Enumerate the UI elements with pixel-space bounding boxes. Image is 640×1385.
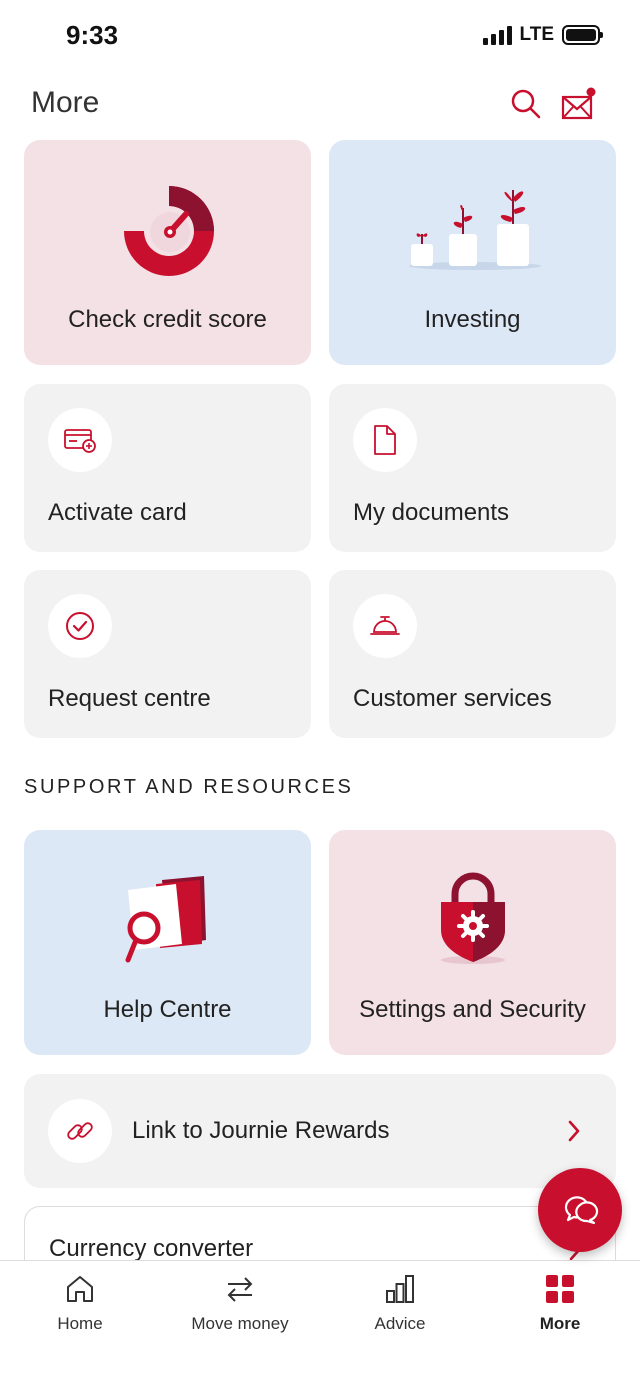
currency-converter-label: Currency converter: [49, 1235, 254, 1262]
credit-score-tile[interactable]: Check credit score: [24, 140, 311, 365]
customer-services-tile[interactable]: Customer services: [329, 570, 616, 738]
mail-button[interactable]: [560, 86, 596, 122]
search-button[interactable]: [508, 86, 544, 122]
nav-advice[interactable]: Advice: [320, 1261, 480, 1361]
plants-icon: [409, 190, 541, 270]
transfer-icon: [227, 1277, 253, 1302]
search-icon: [511, 89, 541, 119]
header: More: [0, 80, 640, 130]
signal-icon: [482, 25, 512, 45]
service-bell-icon: [370, 616, 400, 635]
nav-more-label: More: [539, 1314, 581, 1333]
settings-security-label: Settings and Security: [359, 996, 586, 1023]
help-centre-label: Help Centre: [103, 996, 232, 1023]
my-documents-tile[interactable]: My documents: [329, 384, 616, 552]
journie-rewards-label: Link to Journie Rewards: [132, 1117, 390, 1144]
network-type: LTE: [519, 24, 554, 45]
nav-advice-label: Advice: [374, 1314, 426, 1333]
status-time: 9:33: [66, 20, 119, 50]
my-documents-label: My documents: [353, 499, 510, 526]
credit-card-add-icon: [64, 429, 96, 453]
activate-card-label: Activate card: [48, 499, 187, 526]
chevron-right-icon: [568, 1120, 580, 1142]
credit-score-label: Check credit score: [68, 306, 267, 333]
journie-rewards-row[interactable]: Link to Journie Rewards: [24, 1074, 616, 1188]
status-bar: 9:33 LTE: [0, 0, 640, 72]
credit-gauge-icon: [124, 186, 214, 276]
nav-move-money[interactable]: Move money: [160, 1261, 320, 1361]
check-circle-icon: [66, 612, 94, 640]
investing-tile[interactable]: Investing: [329, 140, 616, 365]
help-centre-tile[interactable]: Help Centre: [24, 830, 311, 1055]
request-centre-label: Request centre: [48, 685, 211, 712]
page-title: More: [31, 86, 100, 119]
nav-home[interactable]: Home: [0, 1261, 160, 1361]
document-icon: [374, 425, 396, 455]
section-heading: SUPPORT AND RESOURCES: [24, 776, 354, 798]
activate-card-tile[interactable]: Activate card: [24, 384, 311, 552]
customer-services-label: Customer services: [353, 685, 552, 712]
battery-icon: [562, 25, 603, 45]
mail-icon: [561, 87, 596, 120]
help-documents-icon: [125, 876, 206, 963]
home-icon: [67, 1276, 93, 1302]
chat-bubbles-icon: [564, 1196, 599, 1225]
status-indicators: LTE: [482, 24, 603, 46]
settings-security-tile[interactable]: Settings and Security: [329, 830, 616, 1055]
request-centre-tile[interactable]: Request centre: [24, 570, 311, 738]
chat-button[interactable]: [538, 1168, 622, 1252]
link-icon: [67, 1122, 93, 1140]
bar-chart-icon: [386, 1275, 414, 1303]
security-lock-icon: [441, 872, 505, 964]
bottom-nav: Home Move money Advice More: [0, 1260, 640, 1385]
nav-home-label: Home: [57, 1314, 103, 1333]
nav-more[interactable]: More: [480, 1261, 640, 1361]
investing-label: Investing: [424, 306, 521, 333]
nav-move-money-label: Move money: [191, 1314, 289, 1333]
grid-icon: [546, 1275, 574, 1303]
